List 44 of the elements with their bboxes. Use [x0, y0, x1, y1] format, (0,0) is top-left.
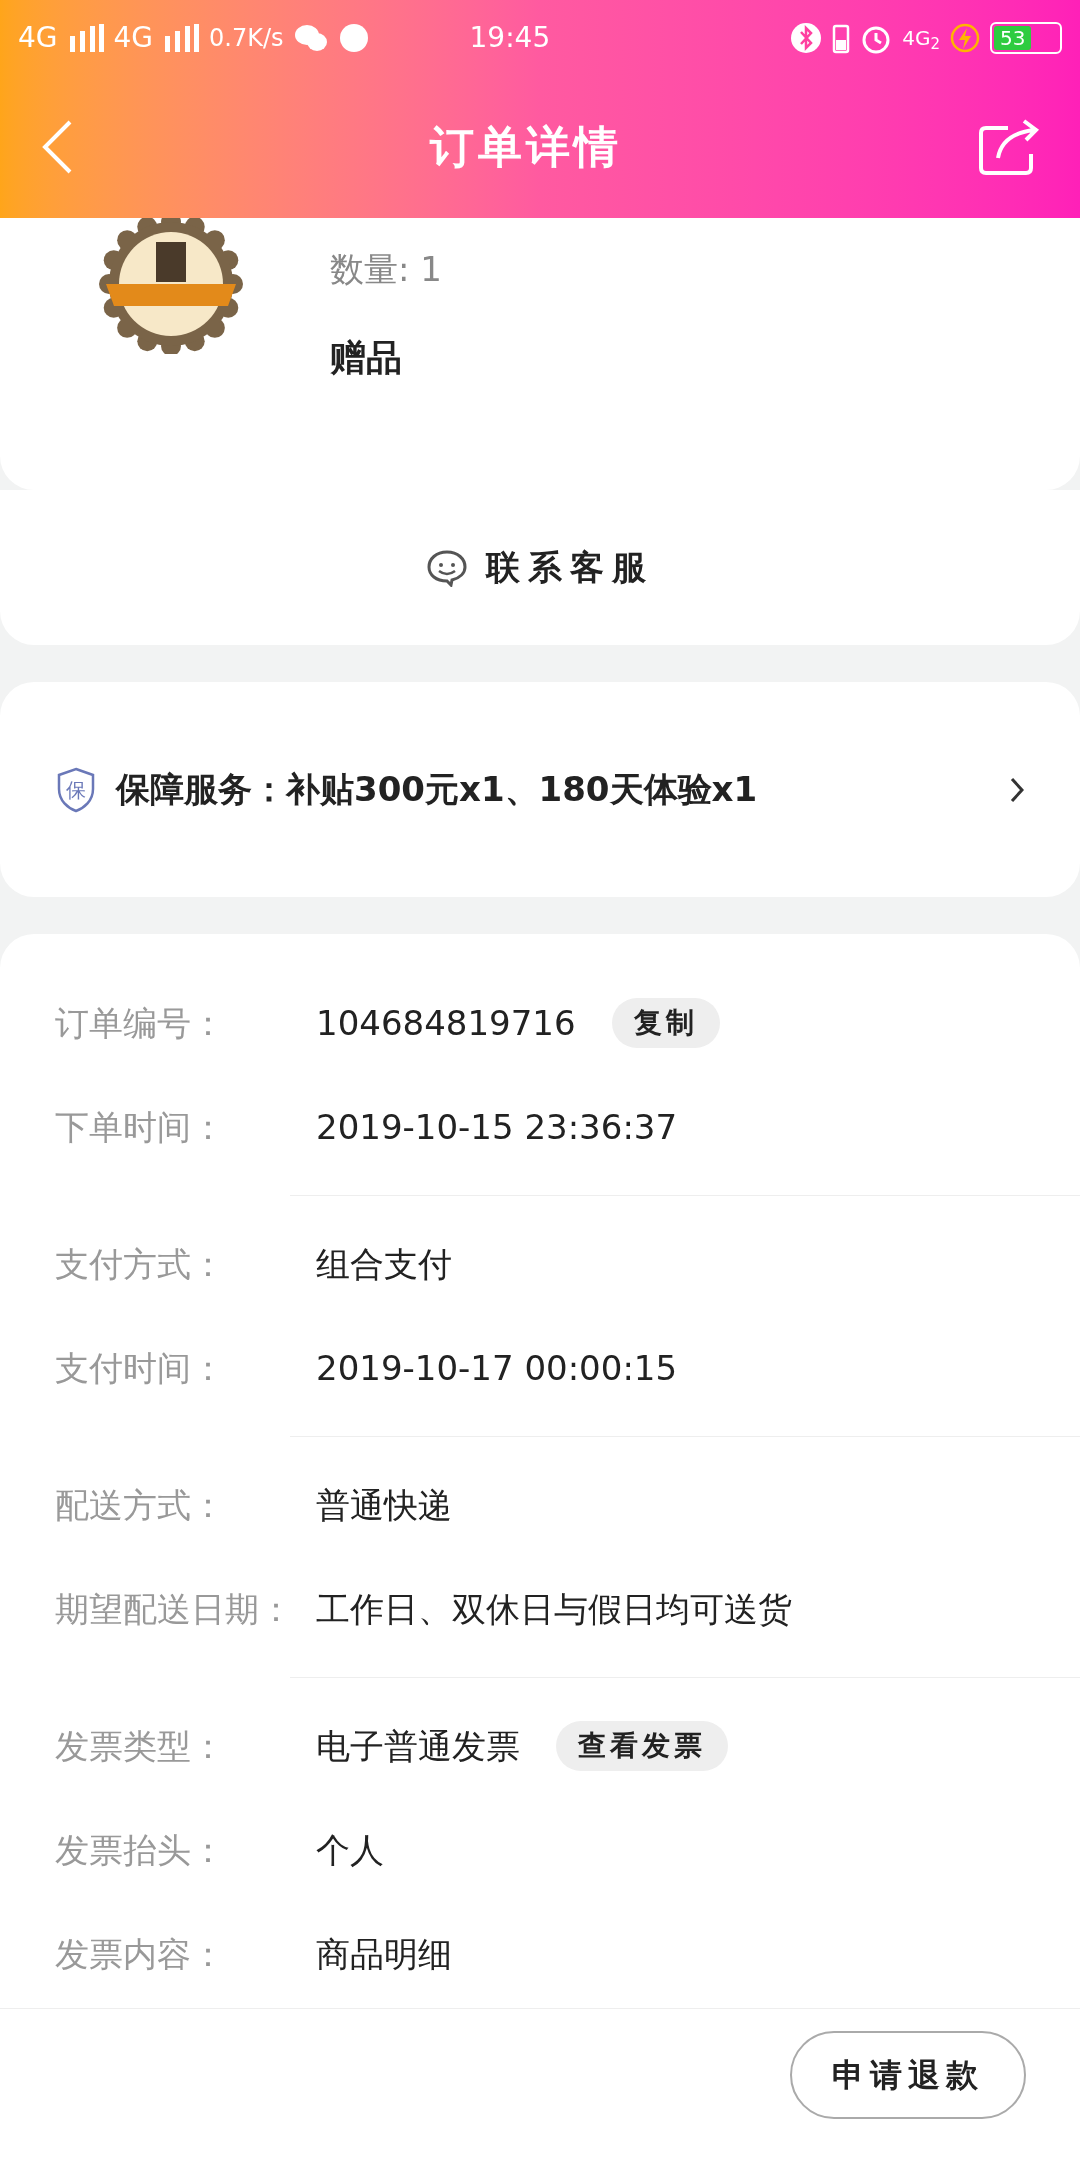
gift-label: 赠品	[330, 336, 403, 380]
chat-icon	[293, 23, 328, 53]
network-label: 4G	[113, 20, 154, 56]
refund-button[interactable]: 申请退款	[790, 2030, 1026, 2119]
field-value: 2019-10-17 00:00:15	[316, 1346, 678, 1390]
signal-icon	[67, 24, 104, 52]
page-title: 订单详情	[430, 120, 622, 174]
field-label: 发票内容：	[55, 1932, 226, 1976]
clock-time: 19:45	[469, 20, 551, 56]
smiley-chat-icon	[426, 548, 468, 587]
field-value: 2019-10-15 23:36:37	[316, 1105, 678, 1149]
field-value: 104684819716	[316, 1001, 576, 1045]
share-icon[interactable]	[978, 118, 1040, 176]
field-label: 发票抬头：	[55, 1828, 226, 1872]
field-label: 支付时间：	[55, 1346, 226, 1390]
bluetooth-icon	[790, 22, 823, 54]
field-label: 支付方式：	[55, 1242, 226, 1286]
quantity-text: 数量: 1	[330, 248, 442, 291]
shield-icon: 保	[56, 766, 96, 813]
chevron-right-icon	[1010, 776, 1024, 803]
contact-service-button[interactable]: 联系客服	[0, 490, 1080, 645]
field-label: 发票类型：	[55, 1724, 226, 1768]
field-value: 工作日、双休日与假日均可送货	[316, 1587, 792, 1631]
field-value: 普通快递	[316, 1483, 452, 1527]
field-value: 商品明细	[316, 1932, 452, 1976]
signal-icon	[163, 24, 200, 52]
field-label: 期望配送日期：	[55, 1587, 294, 1631]
battery-small-icon	[832, 22, 851, 54]
protection-text: 保障服务：补贴300元x1、180天体验x1	[116, 768, 759, 811]
field-label: 订单编号：	[55, 1001, 226, 1045]
network-label: 4G	[18, 20, 58, 56]
speed-label: 0.7K/s	[209, 23, 284, 54]
field-label: 配送方式：	[55, 1483, 226, 1527]
network-label: 4G$_{2}$	[902, 25, 940, 53]
field-value: 个人	[316, 1828, 384, 1872]
field-value: 电子普通发票	[316, 1724, 520, 1768]
back-icon[interactable]	[40, 119, 74, 175]
action-chip[interactable]: 查看发票	[556, 1721, 728, 1771]
charging-icon	[950, 23, 980, 53]
action-chip[interactable]: 复制	[611, 998, 720, 1048]
field-value: 组合支付	[316, 1242, 452, 1286]
protection-service-row[interactable]: 保 保障服务：补贴300元x1、180天体验x1	[0, 682, 1080, 897]
battery-indicator: 53	[990, 22, 1062, 54]
field-label: 下单时间：	[55, 1105, 226, 1149]
